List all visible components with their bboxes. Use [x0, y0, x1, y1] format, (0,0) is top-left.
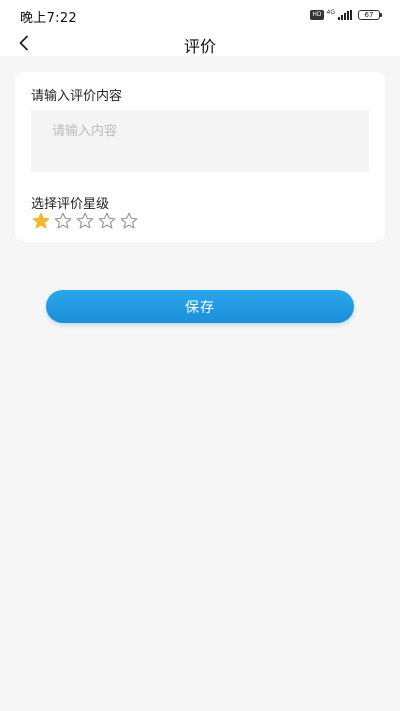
star-empty-icon[interactable] [120, 212, 138, 230]
signal-icon [338, 10, 352, 20]
status-icons: HD 4G 67 [310, 8, 382, 22]
page-title: 评价 [183, 37, 216, 56]
network-type: 4G [326, 8, 335, 16]
star-empty-icon[interactable] [98, 212, 116, 230]
battery-level: 67 [364, 11, 374, 19]
status-time: 晚上7:22 [20, 11, 77, 26]
star-rating [32, 212, 138, 230]
star-empty-icon[interactable] [76, 212, 94, 230]
battery-icon: 67 [358, 10, 382, 20]
review-content-input[interactable] [31, 110, 369, 172]
save-button[interactable]: 保存 [46, 290, 354, 323]
rating-label: 选择评价星级 [31, 197, 110, 212]
star-filled-icon[interactable] [32, 212, 50, 230]
hd-badge: HD [310, 10, 324, 20]
nav-bar: 评价 [0, 30, 400, 56]
star-empty-icon[interactable] [54, 212, 72, 230]
review-card: 请输入评价内容 选择评价星级 [15, 72, 385, 242]
content-label: 请输入评价内容 [31, 89, 123, 104]
status-bar: 晚上7:22 HD 4G 67 [0, 0, 400, 30]
